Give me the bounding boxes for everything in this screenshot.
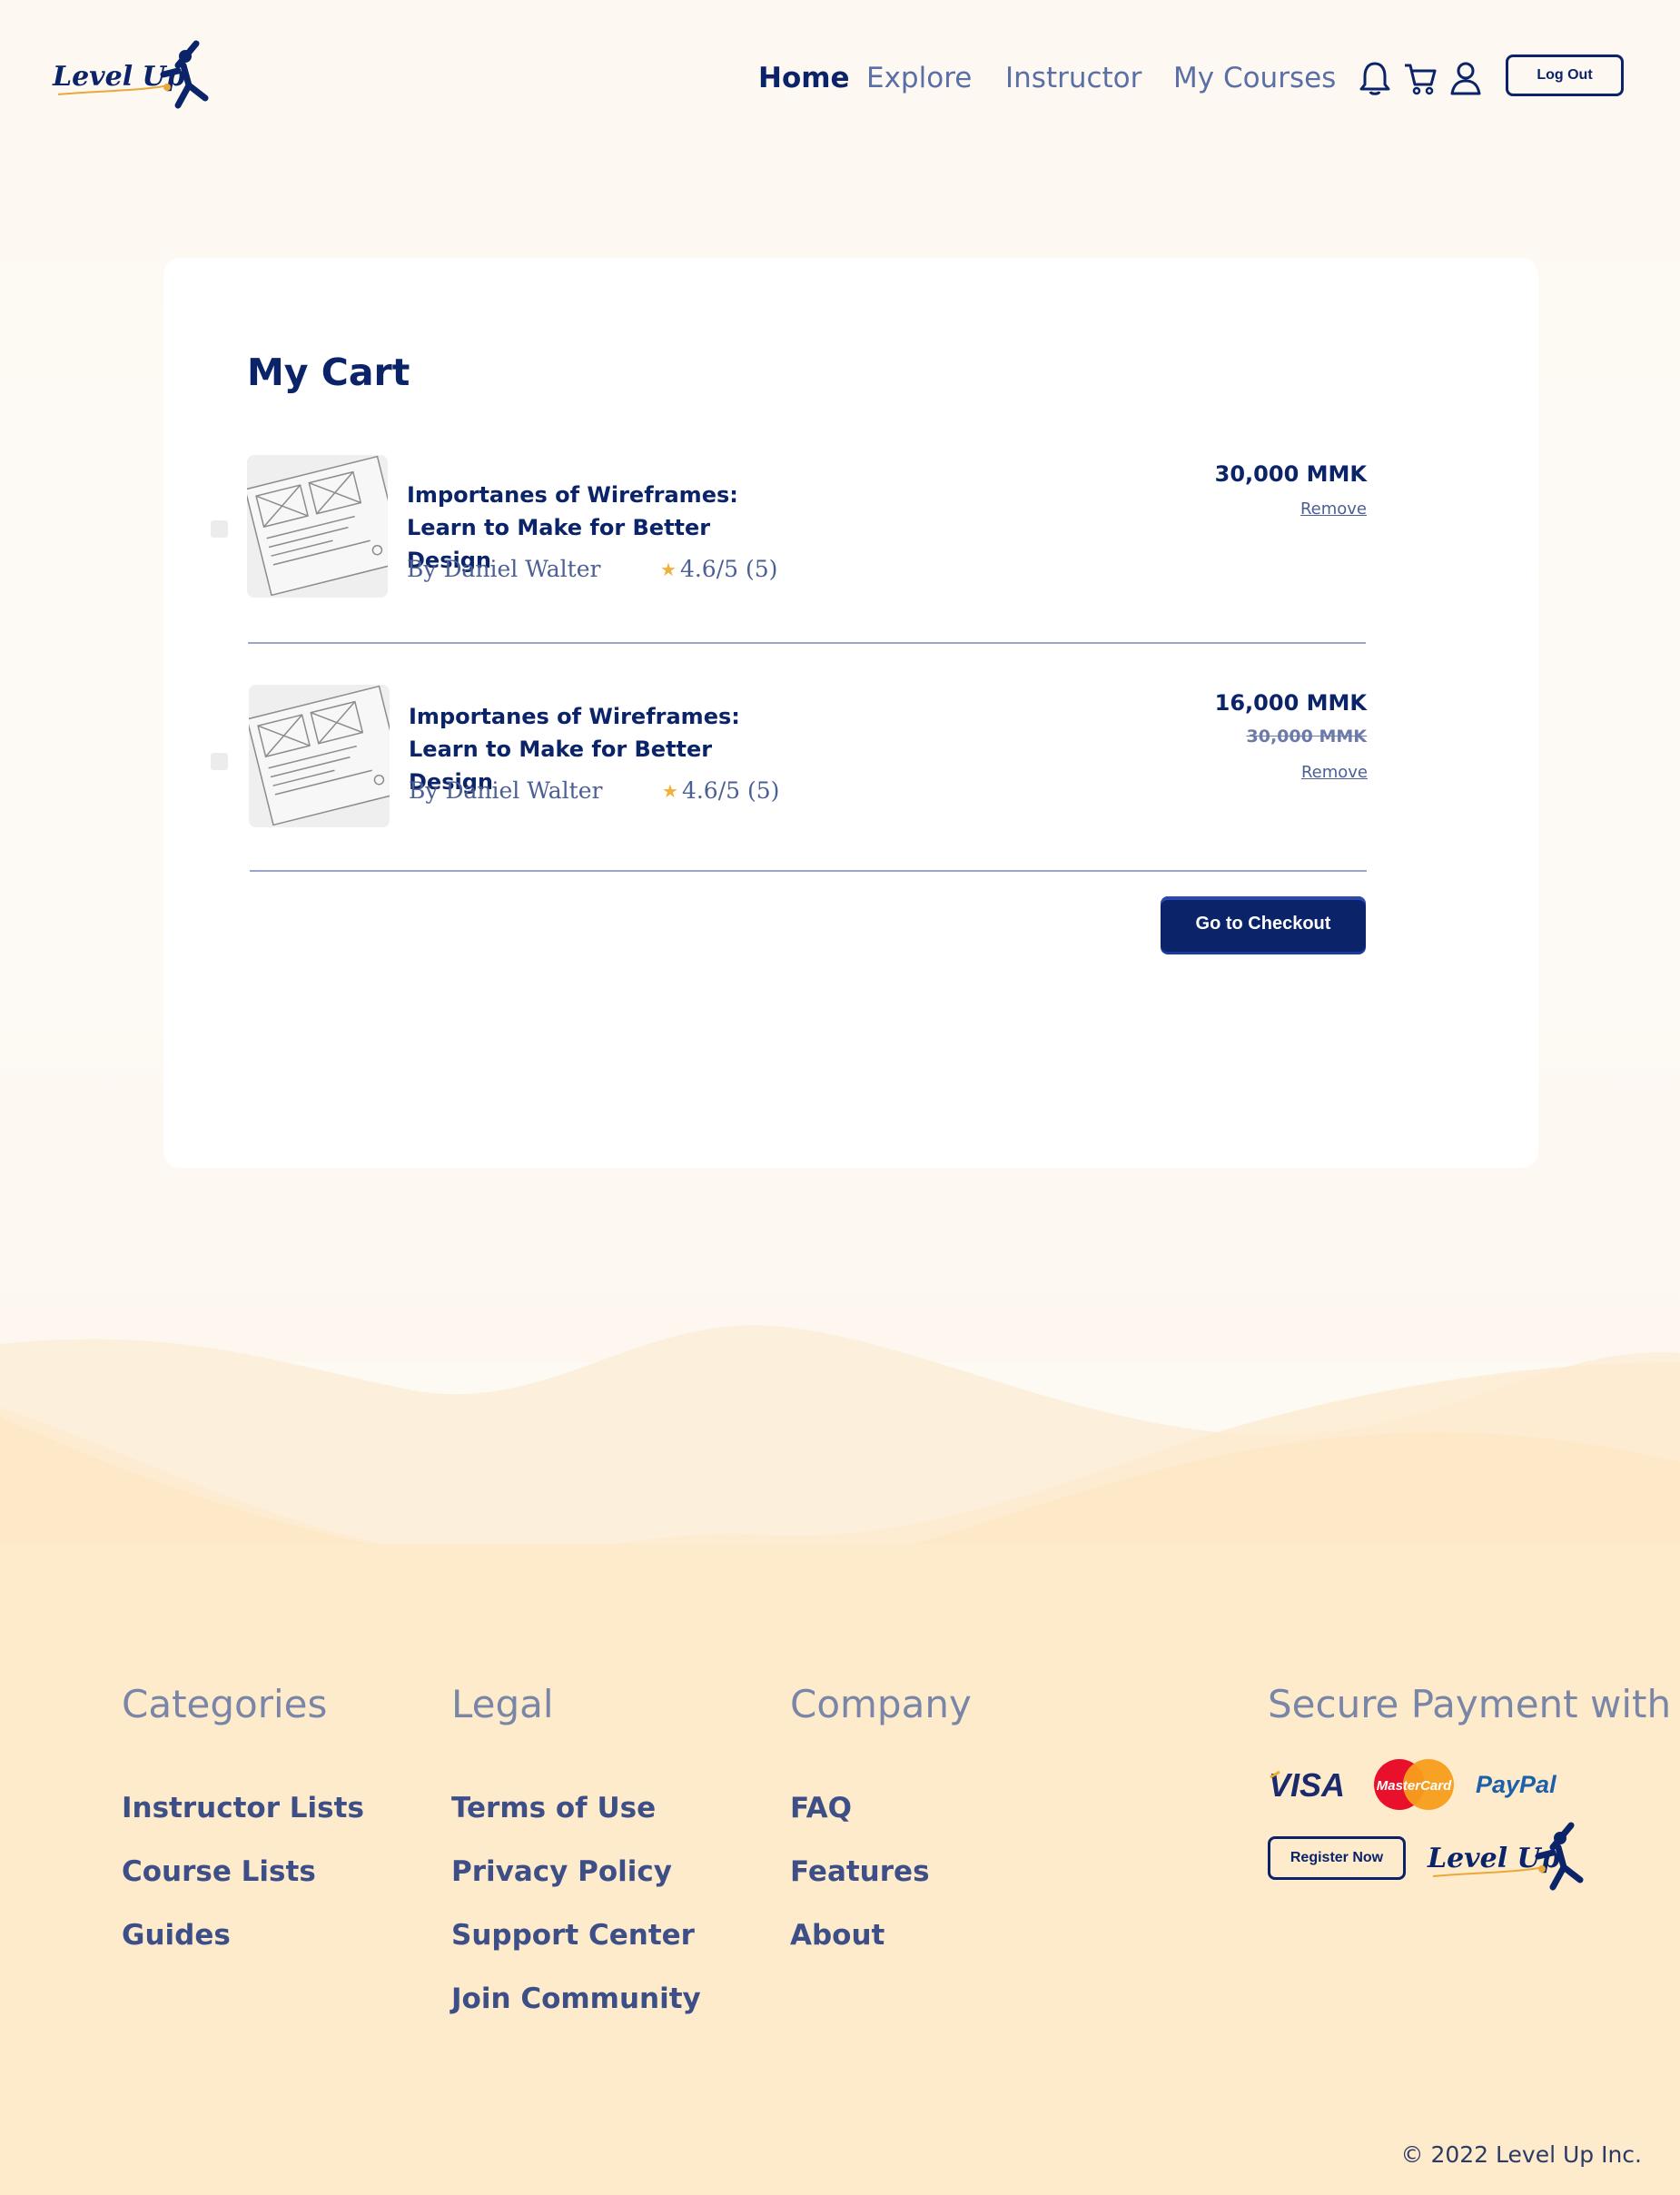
level-up-logo[interactable]: Level Up xyxy=(51,38,214,114)
star-icon: ★ xyxy=(660,558,677,580)
item-price: 30,000 MMK xyxy=(1214,461,1367,487)
item-price: 16,000 MMK xyxy=(1214,690,1367,716)
original-price: 30,000 MMK xyxy=(1246,727,1367,746)
footer-link-community[interactable]: Join Community xyxy=(451,1982,701,2015)
course-rating: ★ 4.6/5 (5) xyxy=(660,556,777,582)
mastercard-icon: MasterCard xyxy=(1374,1759,1454,1810)
footer-link-instructor-lists[interactable]: Instructor Lists xyxy=(122,1792,364,1824)
rating-value: 4.6/5 (5) xyxy=(681,777,780,804)
cart-title: My Cart xyxy=(247,351,410,394)
svg-text:VISA: VISA xyxy=(1269,1766,1345,1803)
checkout-button[interactable]: Go to Checkout xyxy=(1161,896,1366,952)
paypal-icon: PayPal xyxy=(1476,1771,1556,1798)
course-thumbnail xyxy=(247,455,388,598)
footer-link-faq[interactable]: FAQ xyxy=(790,1792,852,1824)
copyright: © 2022 Level Up Inc. xyxy=(1400,2141,1642,2168)
footer-link-terms[interactable]: Terms of Use xyxy=(451,1792,656,1824)
footer-link-guides[interactable]: Guides xyxy=(122,1919,231,1952)
nav-instructor[interactable]: Instructor xyxy=(1005,56,1141,100)
footer-link-features[interactable]: Features xyxy=(790,1855,930,1888)
bell-icon[interactable] xyxy=(1357,58,1393,98)
footer-link-support[interactable]: Support Center xyxy=(451,1919,695,1952)
divider xyxy=(248,642,1366,644)
footer-heading-company: Company xyxy=(790,1682,972,1726)
course-thumbnail xyxy=(249,685,390,827)
divider xyxy=(250,870,1367,872)
nav-my-courses[interactable]: My Courses xyxy=(1173,56,1336,100)
remove-link[interactable]: Remove xyxy=(1185,499,1367,519)
cart-item-checkbox[interactable] xyxy=(211,520,228,538)
footer-heading-legal: Legal xyxy=(451,1682,554,1726)
star-icon: ★ xyxy=(662,779,678,802)
rating-value: 4.6/5 (5) xyxy=(679,556,778,582)
footer-link-about[interactable]: About xyxy=(790,1919,884,1952)
footer-link-privacy[interactable]: Privacy Policy xyxy=(451,1855,672,1888)
cart-item-checkbox[interactable] xyxy=(211,753,228,770)
nav-explore[interactable]: Explore xyxy=(866,56,972,100)
footer-heading-payment: Secure Payment with xyxy=(1268,1682,1672,1726)
course-author: By Daniel Walter xyxy=(409,777,603,804)
svg-text:PayPal: PayPal xyxy=(1476,1771,1556,1798)
course-author: By Daniel Walter xyxy=(407,556,601,582)
payment-methods: VISA MasterCard PayPal xyxy=(1267,1757,1561,1812)
footer-heading-categories: Categories xyxy=(122,1682,328,1726)
svg-text:MasterCard: MasterCard xyxy=(1377,1778,1452,1794)
register-button[interactable]: Register Now xyxy=(1268,1836,1406,1880)
course-rating: ★ 4.6/5 (5) xyxy=(662,777,779,804)
user-icon[interactable] xyxy=(1448,58,1484,98)
visa-icon: VISA xyxy=(1269,1766,1345,1803)
remove-link[interactable]: Remove xyxy=(1186,763,1368,782)
cart-icon[interactable] xyxy=(1402,58,1438,98)
footer-link-course-lists[interactable]: Course Lists xyxy=(122,1855,316,1888)
logout-button[interactable]: Log Out xyxy=(1506,54,1624,96)
nav-home[interactable]: Home xyxy=(758,56,850,100)
level-up-logo[interactable]: Level Up xyxy=(1426,1820,1589,1896)
